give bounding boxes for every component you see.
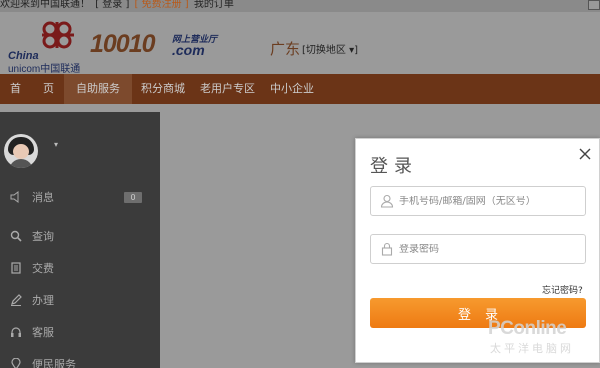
nav-item-old-users[interactable]: 老用户专区 (200, 74, 255, 104)
sidebar-item-customer-service[interactable]: 客服 (10, 323, 54, 341)
brand-en-line2: unicom中国联通 (8, 64, 81, 75)
login-dialog: 登录 忘记密码? 登录 (355, 138, 600, 363)
login-dialog-title: 登录 (370, 156, 418, 177)
welcome-text: 欢迎来到中国联通！ (0, 0, 90, 10)
password-field[interactable] (370, 234, 586, 264)
sidebar-item-label: 查询 (32, 230, 54, 243)
my-orders-link[interactable]: 我的订单 (194, 0, 234, 10)
speaker-icon (10, 191, 22, 203)
forgot-password-link[interactable]: 忘记密码? (542, 283, 583, 296)
headset-icon (10, 326, 22, 338)
register-link[interactable]: [ 免费注册 ] (135, 0, 189, 10)
message-count-badge: 0 (124, 192, 142, 203)
location-icon (10, 358, 22, 368)
nav-item-sme[interactable]: 中小企业 (270, 74, 314, 104)
user-icon (379, 193, 395, 209)
sidebar-item-payment[interactable]: 交费 (10, 259, 54, 277)
nav-item-self-service[interactable]: 自助服务 (64, 74, 132, 104)
nav-item-points-mall[interactable]: 积分商城 (141, 74, 185, 104)
sidebar-item-messages[interactable]: 消息 (10, 188, 54, 206)
account-input[interactable] (399, 195, 579, 207)
user-menu-caret-icon[interactable]: ▾ (54, 140, 58, 149)
region-label: 广东 (270, 40, 301, 58)
china-unicom-logo[interactable]: China unicom中国联通 (8, 20, 80, 75)
region-switch-link[interactable]: [切换地区 ▾] (302, 41, 358, 56)
search-icon (10, 230, 22, 242)
sidebar-item-label: 消息 (32, 191, 54, 204)
password-input[interactable] (399, 243, 579, 255)
sidebar-item-handle[interactable]: 办理 (10, 291, 54, 309)
lock-icon (379, 241, 395, 257)
avatar[interactable] (4, 134, 38, 168)
close-icon[interactable] (578, 147, 592, 161)
sidebar-item-label: 便民服务 (32, 358, 76, 368)
brand-com: .com (172, 42, 205, 58)
sidebar-item-query[interactable]: 查询 (10, 227, 54, 245)
main-nav: 首 页 自助服务 积分商城 老用户专区 中小企业 (0, 74, 600, 104)
brand-number[interactable]: 10010 (90, 30, 156, 59)
unicom-knot-icon (42, 21, 74, 49)
sidebar-item-label: 交费 (32, 262, 54, 275)
window-corner-icon (588, 0, 600, 10)
nav-item-home[interactable]: 首 页 (10, 74, 54, 104)
sidebar-item-label: 客服 (32, 326, 54, 339)
site-header: China unicom中国联通 10010 网上营业厅 .com 广东 [切换… (0, 12, 600, 75)
top-utility-bar: 欢迎来到中国联通！ [ 登录 ] [ 免费注册 ] 我的订单 (0, 0, 600, 12)
sidebar: ▾ 消息 0 查询 交费 办理 客服 便民服务 (0, 112, 160, 368)
sidebar-item-convenience[interactable]: 便民服务 (10, 355, 76, 368)
pen-icon (10, 294, 22, 306)
login-link[interactable]: [ 登录 ] (95, 0, 129, 10)
bill-icon (10, 262, 22, 274)
login-button[interactable]: 登录 (370, 298, 586, 328)
account-field[interactable] (370, 186, 586, 216)
sidebar-item-label: 办理 (32, 294, 54, 307)
